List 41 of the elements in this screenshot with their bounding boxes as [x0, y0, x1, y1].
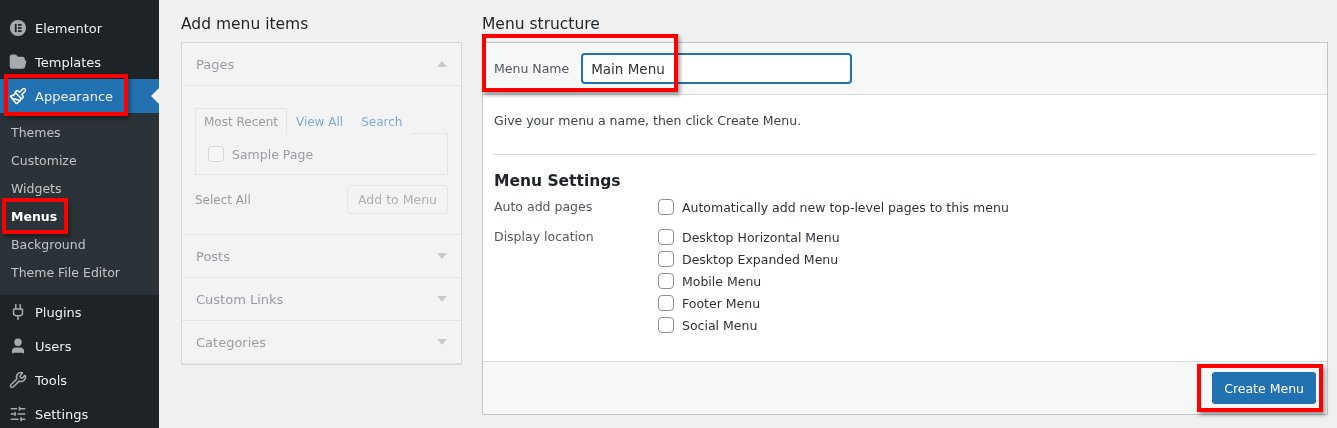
- user-icon: [9, 337, 27, 355]
- menu-name-field[interactable]: Main Menu: [581, 53, 853, 84]
- create-menu-button[interactable]: Create Menu: [1212, 372, 1316, 404]
- checkbox[interactable]: [658, 251, 674, 267]
- wrench-icon: [9, 371, 27, 389]
- section-title: Add menu items: [181, 14, 310, 35]
- submenu-item[interactable]: Themes: [0, 118, 159, 146]
- submenu-item[interactable]: Widgets: [0, 174, 159, 202]
- sidebar-item[interactable]: Users: [0, 329, 159, 363]
- field-label: Menu Name: [494, 61, 570, 76]
- sidebar-item[interactable]: Settings: [0, 397, 159, 428]
- elementor-icon: [9, 19, 27, 37]
- sidebar-item[interactable]: Templates: [0, 45, 159, 79]
- checkbox[interactable]: [658, 317, 674, 333]
- sidebar-item[interactable]: Elementor: [0, 11, 159, 45]
- current-page-notch: [151, 88, 159, 104]
- folder-icon: [9, 53, 27, 71]
- submenu-item[interactable]: Theme File Editor: [0, 258, 159, 286]
- checkbox-label: Automatically add new top-level pages to this menu: [682, 199, 1009, 215]
- settings-heading: Menu Settings: [494, 172, 622, 190]
- checkbox[interactable]: [658, 199, 674, 215]
- checkbox-label: Footer Menu: [682, 295, 761, 311]
- checkbox[interactable]: [658, 295, 674, 311]
- setting-label: Display location: [494, 229, 595, 246]
- sidebar-item[interactable]: Tools: [0, 363, 159, 397]
- checkbox-label: Desktop Horizontal Menu: [682, 229, 840, 245]
- checkbox-label: Social Menu: [682, 317, 758, 333]
- section-title: Menu structure: [482, 14, 601, 35]
- checkbox-label: Sample Page: [232, 146, 314, 162]
- setting-label: Auto add pages: [494, 199, 594, 215]
- submenu-item[interactable]: Menus: [0, 202, 159, 230]
- sidebar-item[interactable]: Plugins: [0, 295, 159, 329]
- paintbrush-icon: [9, 87, 27, 105]
- sliders-icon: [9, 405, 27, 423]
- submenu-item[interactable]: Customize: [0, 146, 159, 174]
- submenu-item[interactable]: Background: [0, 230, 159, 258]
- instruction-text: Give your menu a name, then click Create Menu.: [494, 113, 803, 128]
- checkbox-label: Desktop Expanded Menu: [682, 251, 839, 267]
- checkbox[interactable]: [658, 273, 674, 289]
- checkbox[interactable]: [658, 229, 674, 245]
- checkbox-label: Mobile Menu: [682, 273, 762, 289]
